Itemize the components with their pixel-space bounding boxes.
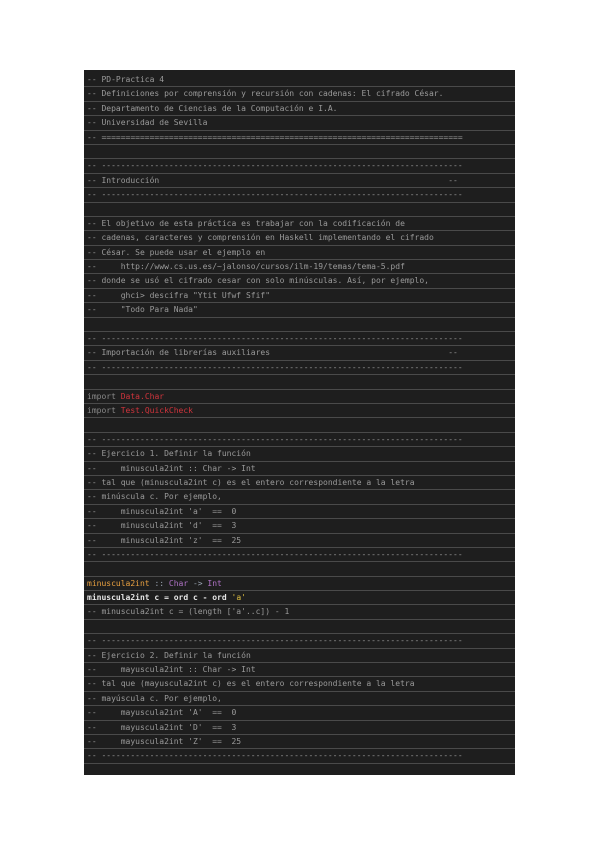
comment-text: -- -------------------------------------… [87,636,463,646]
comment-text: -- http://www.cs.us.es/~jalonso/cursos/i… [87,262,405,272]
code-line: -- PD-Practica 4 [84,73,515,88]
code-line: -- César. Se puede usar el ejemplo en [84,246,515,261]
comment-text: -- mayuscula2int :: Char -> Int [87,665,256,675]
code-line: -- Departamento de Ciencias de la Comput… [84,102,515,117]
code-editor: -- PD-Practica 4 -- Definiciones por comp… [84,70,515,775]
comment-text: -- mayuscula2int 'D' == 3 [87,722,237,732]
comment-text: -- tal que (mayuscula2int c) es el enter… [87,679,415,689]
comment-text: -- minuscula2int 'z' == 25 [87,535,242,545]
code-line: -- mayúscula c. Por ejemplo, [84,692,515,707]
code-line: -- http://www.cs.us.es/~jalonso/cursos/i… [84,260,515,275]
code-line: -- mayuscula2int :: Char -> Int [84,663,515,678]
comment-text: -- Definiciones por comprensión y recurs… [87,89,444,99]
comment-text: -- donde se usó el cifrado cesar con sol… [87,276,429,286]
code-line: -- minúscula c. Por ejemplo, [84,490,515,505]
function-name: minuscula2int [87,578,150,588]
code-line: -- -------------------------------------… [84,332,515,347]
comment-text: -- cadenas, caracteres y comprensión en … [87,233,434,243]
code-line: -- donde se usó el cifrado cesar con sol… [84,274,515,289]
code-line: -- ghci> descifra "Ytit Ufwf Sfif" [84,289,515,304]
comment-text: -- Introducción -- [87,175,458,185]
code-line: -- Ejercicio 1. Definir la función [84,447,515,462]
code-line: -- -------------------------------------… [84,433,515,448]
comment-text: -- -------------------------------------… [87,161,463,171]
code-line: -- mayuscula2int 'Z' == 25 [84,735,515,750]
code-line: -- "Todo Para Nada" [84,303,515,318]
code-line: minuscula2int c = ord c - ord 'a' [84,591,515,606]
comment-text: -- Departamento de Ciencias de la Comput… [87,103,338,113]
code-line: minuscula2int :: Char -> Int [84,577,515,592]
code-line: -- -------------------------------------… [84,749,515,764]
arrow-operator: -> [188,578,208,588]
comment-text: -- PD-Practica 4 [87,75,165,84]
comment-text: -- Ejercicio 1. Definir la función [87,449,251,459]
code-line: -- tal que (minuscula2int c) es el enter… [84,476,515,491]
code-line: -- Ejercicio 2. Definir la función [84,649,515,664]
comment-text: -- -------------------------------------… [87,434,463,444]
return-type: Int [207,578,222,588]
char-literal: 'a' [231,593,246,603]
definition-body: minuscula2int c = ord c - ord [87,593,232,603]
comment-text: -- mayuscula2int 'A' == 0 [87,708,237,718]
comment-text: -- tal que (minuscula2int c) es el enter… [87,477,415,487]
code-line: -- minuscula2int 'z' == 25 [84,534,515,548]
code-line [84,318,515,333]
import-keyword: import [87,405,116,415]
comment-text: -- -------------------------------------… [87,549,463,559]
comment-text: -- Ejercicio 2. Definir la función [87,650,251,660]
comment-text: -- -------------------------------------… [87,362,463,372]
code-line: -- mayuscula2int 'A' == 0 [84,706,515,721]
comment-text: -- minuscula2int 'd' == 3 [87,521,237,531]
code-line: -- -------------------------------------… [84,634,515,649]
code-line [84,375,515,390]
code-line: import Test.QuickCheck [84,404,515,419]
code-line: -- cadenas, caracteres y comprensión en … [84,231,515,246]
code-line: -- Importación de librerías auxiliares -… [84,346,515,361]
code-line: -- minuscula2int c = (length ['a'..c]) -… [84,605,515,620]
module-name: Data.Char [120,391,165,401]
code-line [84,418,515,433]
import-keyword: import [87,391,116,401]
comment-text: -- -------------------------------------… [87,190,463,200]
comment-text: -- Importación de librerías auxiliares -… [87,348,458,358]
comment-text: -- minuscula2int :: Char -> Int [87,463,256,473]
code-line: -- mayuscula2int 'D' == 3 [84,721,515,735]
comment-text: -- =====================================… [87,132,463,142]
code-line: -- Introducción -- [84,174,515,189]
comment-text: -- minuscula2int 'a' == 0 [87,506,237,516]
comment-text: -- mayúscula c. Por ejemplo, [87,693,222,703]
comment-text: -- mayuscula2int 'Z' == 25 [87,736,242,746]
code-line: -- minuscula2int 'd' == 3 [84,519,515,534]
code-line: -- Definiciones por comprensión y recurs… [84,87,515,102]
code-line: -- -------------------------------------… [84,361,515,376]
code-line: -- tal que (mayuscula2int c) es el enter… [84,677,515,692]
code-line [84,562,515,577]
code-line [84,620,515,635]
comment-text: -- El objetivo de esta práctica es traba… [87,218,405,228]
comment-text: -- -------------------------------------… [87,334,463,344]
comment-text: -- "Todo Para Nada" [87,305,198,315]
code-line: import Data.Char [84,390,515,404]
argument-type: Char [168,578,189,588]
code-line: -- -------------------------------------… [84,188,515,203]
comment-text: -- ghci> descifra "Ytit Ufwf Sfif" [87,290,271,300]
module-name: Test.QuickCheck [120,405,193,415]
code-line: -- =====================================… [84,131,515,145]
code-line [84,145,515,160]
code-line: -- -------------------------------------… [84,548,515,563]
comment-text: -- -------------------------------------… [87,751,463,761]
comment-text: -- minúscula c. Por ejemplo, [87,492,222,502]
comment-text: -- César. Se puede usar el ejemplo en [87,247,266,257]
comment-text: -- Universidad de Sevilla [87,118,208,128]
comment-text: -- minuscula2int c = (length ['a'..c]) -… [87,607,290,617]
code-line: -- minuscula2int 'a' == 0 [84,505,515,520]
code-line: -- -------------------------------------… [84,159,515,174]
code-line [84,203,515,217]
type-operator: :: [149,578,169,588]
code-line: -- El objetivo de esta práctica es traba… [84,217,515,232]
code-line: -- Universidad de Sevilla [84,116,515,131]
code-line: -- minuscula2int :: Char -> Int [84,462,515,476]
